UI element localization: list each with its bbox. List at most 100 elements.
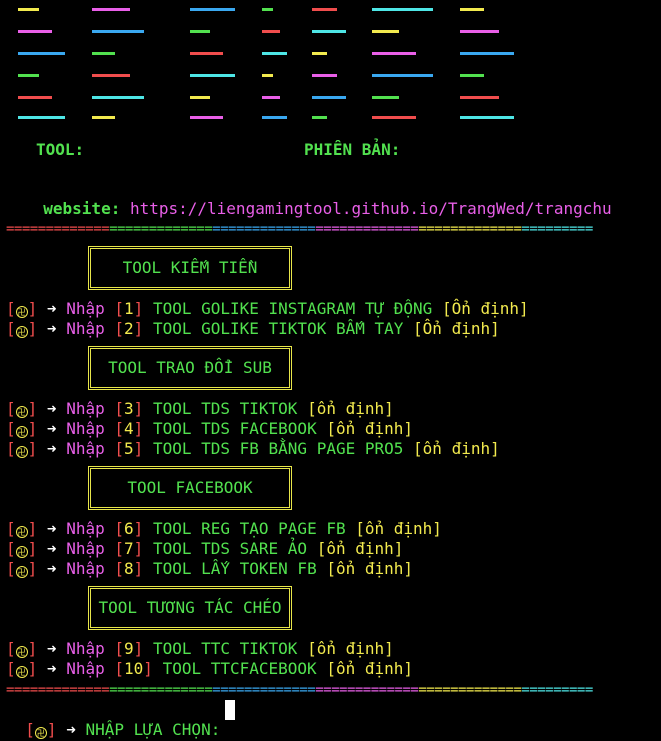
banner-stroke [262,116,288,119]
section-header: TOOL FACEBOOK [88,466,292,510]
website-url[interactable]: https://liengamingtool.github.io/TrangWe… [130,199,612,218]
banner-stroke [190,74,235,77]
item-name: TOOL TTCFACEBOOK [162,659,317,678]
enter-label: Nhập [66,659,105,678]
item-status: [ổn định] [326,559,414,578]
banner-stroke [312,96,347,99]
item-status: [ổn định] [326,659,414,678]
arrow-icon: ➜ [46,299,57,318]
item-number: 1 [124,299,134,318]
banner-stroke [372,116,417,119]
arrow-icon: ➜ [46,439,57,458]
item-name: TOOL GOLIKE TIKTOK BẤM TAY [152,319,404,338]
menu-item-10[interactable]: [卍] ➜ Nhập [10] TOOL TTCFACEBOOK [ổn địn… [6,659,413,679]
banner-stroke [18,74,39,77]
banner-stroke [262,96,281,99]
item-number: 10 [124,659,144,678]
banner-stroke [262,8,274,11]
item-status: [Ổn định] [413,319,500,338]
arrow-icon: ➜ [46,639,57,658]
item-number: 7 [124,539,134,558]
section-title: TOOL KIẾM TIỀN [122,258,258,277]
item-status: [ổn định] [326,419,414,438]
banner-stroke [312,30,347,33]
section-header: TOOL KIẾM TIỀN [88,246,292,290]
banner-stroke [372,52,417,55]
item-name: TOOL TDS FB BẰNG PAGE PRO5 [152,439,404,458]
banner-stroke [190,30,210,33]
banner-stroke [18,96,52,99]
banner-stroke [372,74,434,77]
menu-item-3[interactable]: [卍] ➜ Nhập [3] TOOL TDS TIKTOK [ổn định] [6,399,394,419]
item-name: TOOL TTC TIKTOK [152,639,298,658]
item-name: TOOL TDS FACEBOOK [152,419,317,438]
swastika-icon: 卍 [15,406,28,418]
item-status: [ổn định] [316,539,404,558]
menu-item-2[interactable]: [卍] ➜ Nhập [2] TOOL GOLIKE TIKTOK BẤM TA… [6,319,500,339]
item-number: 5 [124,439,134,458]
enter-label: Nhập [66,539,105,558]
enter-label: Nhập [66,319,105,338]
arrow-icon: ➜ [46,319,57,338]
item-number: 2 [124,319,134,338]
swastika-icon: 卍 [15,326,28,338]
section-header: TOOL TRAO ĐỔI SUB [88,346,292,390]
banner-stroke [460,52,514,55]
banner-stroke [312,8,337,11]
arrow-icon: ➜ [46,559,57,578]
arrow-icon: ➜ [66,720,76,739]
swastika-icon: 卍 [15,526,28,538]
banner-stroke [190,96,210,99]
separator-top: ========================================… [6,222,593,236]
arrow-icon: ➜ [46,399,57,418]
banner-stroke [460,96,499,99]
swastika-icon: 卍 [15,446,28,458]
section-title: TOOL FACEBOOK [127,478,253,497]
banner-stroke [460,8,484,11]
banner-stroke [18,30,52,33]
banner-stroke [372,96,400,99]
item-name: TOOL GOLIKE INSTAGRAM TỰ ĐỘNG [152,299,433,318]
enter-label: Nhập [66,639,105,658]
menu-item-9[interactable]: [卍] ➜ Nhập [9] TOOL TTC TIKTOK [ổn định] [6,639,394,659]
banner-stroke [92,30,145,33]
banner-stroke [312,74,337,77]
menu-item-8[interactable]: [卍] ➜ Nhập [8] TOOL LẤY TOKEN FB [ổn địn… [6,559,413,579]
item-name: TOOL LẤY TOKEN FB [152,559,317,578]
banner-stroke [372,30,400,33]
menu-item-7[interactable]: [卍] ➜ Nhập [7] TOOL TDS SARE ẢO [ổn định… [6,539,403,559]
menu-item-6[interactable]: [卍] ➜ Nhập [6] TOOL REG TẠO PAGE FB [ổn … [6,519,442,539]
banner-stroke [460,74,484,77]
section-title: TOOL TƯƠNG TÁC CHÉO [98,598,282,617]
banner-stroke [18,52,65,55]
menu-item-1[interactable]: [卍] ➜ Nhập [1] TOOL GOLIKE INSTAGRAM TỰ … [6,299,529,319]
item-number: 3 [124,399,134,418]
enter-label: Nhập [66,299,105,318]
terminal-cursor[interactable] [225,700,235,720]
arrow-icon: ➜ [46,419,57,438]
swastika-icon: 卍 [15,566,28,578]
enter-label: Nhập [66,419,105,438]
separator-bottom: ========================================… [6,683,593,697]
item-status: [ổn định] [307,399,394,418]
item-number: 8 [124,559,134,578]
banner-stroke [92,96,145,99]
item-name: TOOL REG TẠO PAGE FB [152,519,346,538]
arrow-icon: ➜ [46,539,57,558]
website-line: website: https://liengamingtool.github.i… [24,179,612,219]
section-title: TOOL TRAO ĐỔI SUB [108,358,272,377]
banner-stroke [460,116,514,119]
section-header: TOOL TƯƠNG TÁC CHÉO [88,586,292,630]
swastika-icon: 卍 [15,306,28,318]
menu-item-4[interactable]: [卍] ➜ Nhập [4] TOOL TDS FACEBOOK [ổn địn… [6,419,413,439]
swastika-icon: 卍 [34,727,47,739]
swastika-icon: 卍 [15,666,28,678]
item-name: TOOL TDS TIKTOK [152,399,298,418]
menu-item-5[interactable]: [卍] ➜ Nhập [5] TOOL TDS FB BẰNG PAGE PRO… [6,439,500,459]
banner-stroke [92,8,130,11]
banner-stroke [312,116,328,119]
swastika-icon: 卍 [15,546,28,558]
prompt-line[interactable]: [卍] ➜ NHẬP LỰA CHỌN: [6,700,220,739]
banner-stroke [460,30,499,33]
banner-stroke [92,74,130,77]
